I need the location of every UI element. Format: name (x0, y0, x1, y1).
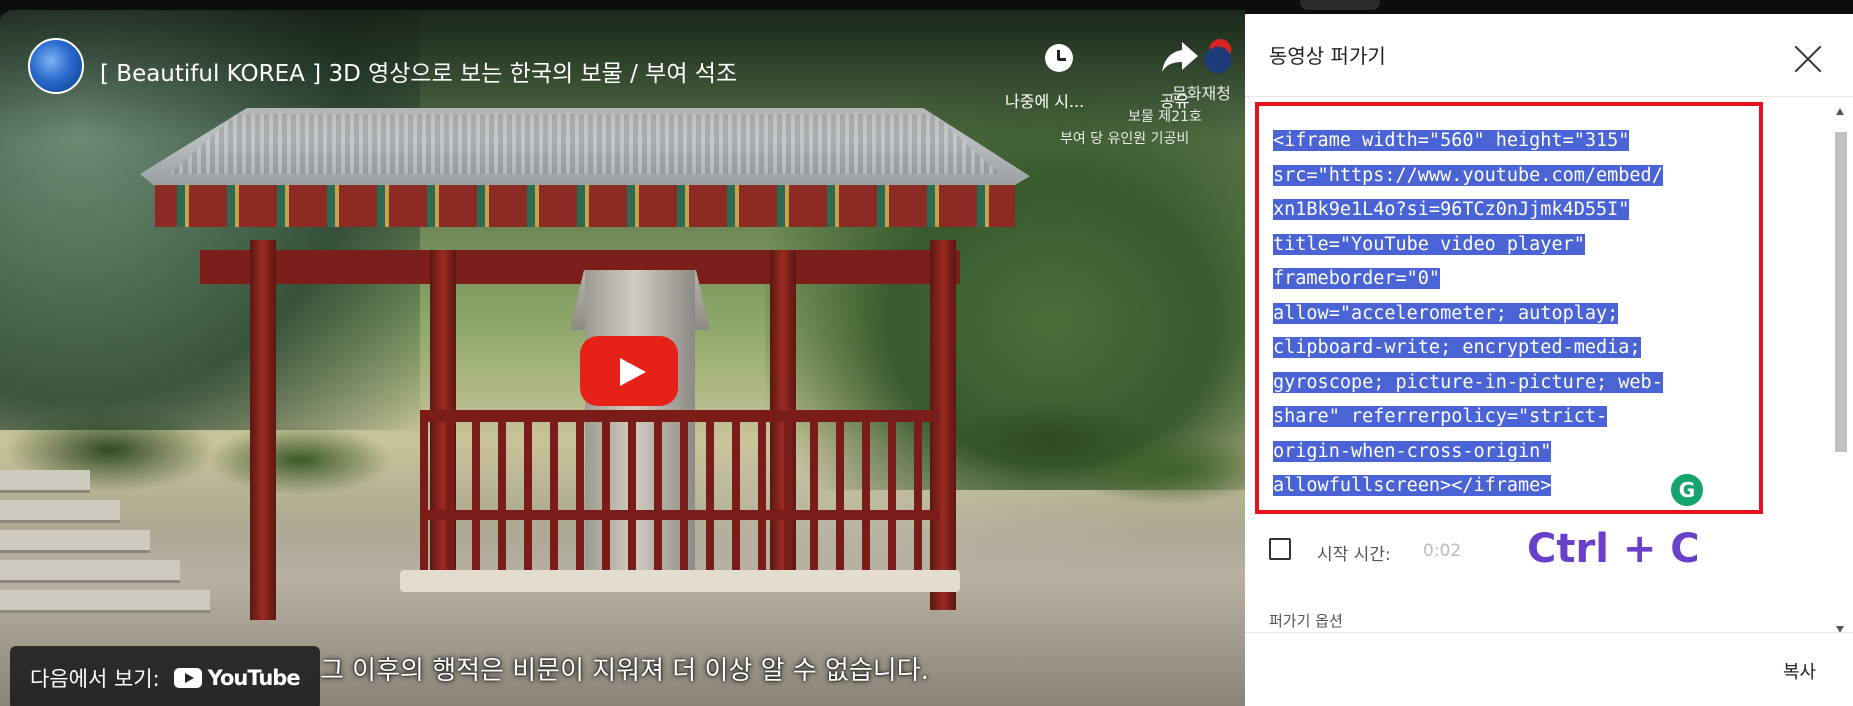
play-button[interactable] (580, 336, 678, 406)
code-line: allowfullscreen></iframe> (1273, 475, 1552, 496)
dialog-scrollbar[interactable] (1833, 108, 1847, 648)
embed-code-box[interactable]: <iframe width="560" height="315" src="ht… (1255, 102, 1763, 514)
youtube-logo: YouTube (173, 666, 301, 690)
code-line: xn1Bk9e1L4o?si=96TCz0nJjmk4D55I" (1273, 199, 1630, 220)
clock-icon[interactable] (1045, 44, 1073, 72)
embed-code-textarea[interactable]: <iframe width="560" height="315" src="ht… (1273, 124, 1733, 504)
code-line: allow="accelerometer; autoplay; (1273, 302, 1619, 324)
code-line: gyroscope; picture-in-picture; web- (1273, 371, 1663, 393)
code-line: <iframe width="560" height="315" (1273, 130, 1630, 151)
code-line: clipboard-write; encrypted-media; (1273, 337, 1641, 358)
code-line: src="https://www.youtube.com/embed/ (1273, 164, 1663, 186)
pavilion-beam (200, 250, 960, 284)
video-stairs (0, 470, 240, 650)
caption-text: 그 이후의 행적은 비문이 지워져 더 이상 알 수 없습니다. (320, 656, 929, 686)
channel-avatar[interactable] (28, 38, 84, 94)
code-line: origin-when-cross-origin" (1273, 440, 1552, 462)
copy-button[interactable]: 복사 (1783, 658, 1816, 684)
code-line: frameborder="0" (1273, 268, 1441, 289)
start-time-label: 시작 시간: (1317, 545, 1391, 565)
watch-on-youtube-button[interactable]: 다음에서 보기: YouTube (10, 646, 320, 706)
video-title[interactable]: [ Beautiful KOREA ] 3D 영상으로 보는 한국의 보물 / … (100, 54, 737, 88)
dialog-title: 동영상 퍼가기 (1269, 44, 1386, 68)
scroll-thumb[interactable] (1835, 132, 1847, 452)
close-icon[interactable] (1793, 44, 1823, 74)
share-icon[interactable] (1160, 40, 1200, 74)
watermark-line1: 보물 제21호 (1128, 109, 1202, 125)
youtube-wordmark: YouTube (207, 666, 301, 690)
ctrl-c-annotation: Ctrl + C (1527, 526, 1700, 572)
browser-tab-edge (1300, 0, 1380, 10)
youtube-play-icon (173, 668, 202, 688)
pavilion-pillar (250, 240, 276, 620)
cultural-heritage-logo (1196, 36, 1240, 76)
video-player[interactable]: [ Beautiful KOREA ] 3D 영상으로 보는 한국의 보물 / … (0, 10, 1245, 706)
watch-later-label[interactable]: 나중에 시... (1005, 88, 1084, 112)
embed-options-label: 퍼가기 옵션 (1269, 612, 1343, 630)
start-time-value[interactable]: 0:02 (1423, 541, 1461, 561)
divider (1245, 632, 1853, 633)
watermark-org: 문화재청 (1172, 84, 1231, 103)
fence-base (400, 570, 960, 592)
fence-rail (420, 510, 940, 520)
watch-on-label: 다음에서 보기: (30, 667, 160, 691)
scroll-up-arrow-icon[interactable] (1836, 108, 1844, 115)
embed-dialog: 동영상 퍼가기 <iframe width="560" height="315"… (1245, 14, 1853, 706)
grammarly-icon[interactable]: G (1669, 472, 1705, 508)
pavilion-fence (420, 410, 940, 592)
watermark-line2: 부여 당 유인원 기공비 (1060, 131, 1190, 147)
pavilion-eave (155, 185, 1015, 227)
start-time-checkbox[interactable] (1269, 538, 1291, 560)
code-line: share" referrerpolicy="strict- (1273, 406, 1608, 427)
divider (1245, 96, 1853, 97)
code-line: title="YouTube video player" (1273, 233, 1585, 255)
